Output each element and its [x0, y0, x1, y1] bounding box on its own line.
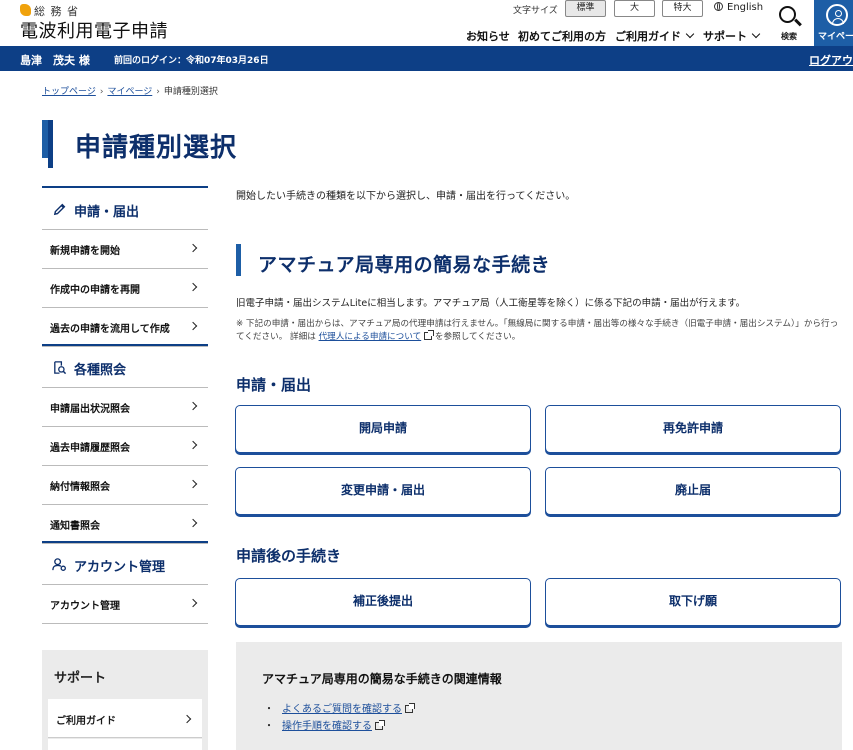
title-accent-dark — [48, 120, 53, 168]
sidebar-item-notice-inquiry[interactable]: 通知書照会 — [42, 505, 208, 544]
document-search-icon — [54, 361, 67, 375]
mypage-button[interactable]: マイページ — [814, 0, 853, 46]
nav-guide-label: ご利用ガイド — [615, 30, 681, 43]
support-item-guide[interactable]: ご利用ガイド — [48, 699, 202, 738]
breadcrumb-current: 申請種別選択 — [163, 87, 218, 97]
sidebar-item-history-inquiry[interactable]: 過去申請履歴照会 — [42, 427, 208, 466]
user-icon — [826, 4, 848, 26]
withdrawal-button[interactable]: 取下げ願 — [545, 578, 841, 626]
sidebar-item-resume-draft[interactable]: 作成中の申請を再開 — [42, 269, 208, 308]
related-info-title: アマチュア局専用の簡易な手続きの関連情報 — [262, 672, 502, 686]
support-panel: サポート ご利用ガイド — [42, 650, 208, 750]
sidebar-section-inquiry: 各種照会 — [42, 344, 208, 388]
open-station-button[interactable]: 開局申請 — [235, 405, 531, 453]
sidebar-item-account-management[interactable]: アカウント管理 — [42, 585, 208, 624]
user-bar: 島津 茂夫 様 前回のログイン：令和07年03月26日 ログアウ — [0, 46, 853, 71]
chevron-right-icon — [188, 598, 198, 608]
font-size-xlarge-button[interactable]: 特大 — [662, 0, 703, 17]
last-login: 前回のログイン：令和07年03月26日 — [114, 56, 269, 66]
external-link-icon — [424, 330, 435, 340]
external-link-icon — [375, 720, 385, 730]
chevron-right-icon — [188, 440, 198, 450]
section-description: 旧電子申請・届出システムLiteに相当します。アマチュア局（人工衛星等を除く）に… — [236, 298, 746, 309]
user-settings-icon — [52, 558, 66, 571]
support-item-next[interactable] — [48, 739, 202, 750]
english-link[interactable]: English — [714, 2, 763, 13]
sidebar-section-title: 申請・届出 — [74, 205, 140, 220]
support-item-label: ご利用ガイド — [56, 716, 116, 727]
english-label: English — [727, 2, 764, 13]
chevron-right-icon — [182, 714, 192, 724]
nav-support[interactable]: サポート — [703, 28, 761, 44]
intro-text: 開始したい手続きの種類を以下から選択し、申請・届出を行ってください。 — [236, 191, 576, 202]
section-note: ※ 下記の申請・届出からは、アマチュア局の代理申請は行えません。「無線局に関する… — [236, 318, 844, 344]
sidebar-item-label: 作成中の申請を再開 — [50, 285, 140, 296]
change-application-button[interactable]: 変更申請・届出 — [235, 467, 531, 515]
search-label: 検索 — [781, 32, 797, 41]
sidebar-item-payment-inquiry[interactable]: 納付情報照会 — [42, 466, 208, 505]
sidebar-item-reuse-past[interactable]: 過去の申請を流用して作成 — [42, 308, 208, 347]
sidebar-section-title: 各種照会 — [74, 363, 127, 378]
related-link-item: ・操作手順を確認する — [264, 717, 385, 732]
chevron-down-icon — [685, 29, 695, 39]
pencil-icon — [53, 203, 66, 216]
chevron-right-icon — [188, 282, 198, 292]
page-title: 申請種別選択 — [75, 133, 238, 163]
sidebar-item-new-application[interactable]: 新規申請を開始 — [42, 230, 208, 269]
group-title-application: 申請・届出 — [236, 376, 312, 394]
search-button[interactable]: 検索 — [770, 2, 808, 42]
abolition-button[interactable]: 廃止届 — [545, 467, 841, 515]
sidebar-item-label: 納付情報照会 — [50, 482, 110, 493]
sidebar-item-label: 新規申請を開始 — [50, 246, 120, 257]
sidebar-item-label: 過去申請履歴照会 — [50, 443, 130, 454]
external-link-icon — [405, 703, 415, 713]
chevron-right-icon — [188, 479, 198, 489]
sidebar-item-label: 過去の申請を流用して作成 — [50, 324, 170, 335]
sidebar-section-apply: 申請・届出 — [42, 186, 208, 230]
faq-link[interactable]: よくあるご質問を確認する — [282, 704, 402, 715]
sidebar-item-label: 通知書照会 — [50, 521, 100, 532]
ministry-logo-icon — [20, 4, 31, 16]
section-title: アマチュア局専用の簡易な手続き — [258, 254, 551, 276]
sidebar-item-label: アカウント管理 — [50, 601, 120, 612]
site-header: 総 務 省 電波利用電子申請 文字サイズ 標準 大 特大 English お知ら… — [0, 0, 853, 46]
submit-correction-button[interactable]: 補正後提出 — [235, 578, 531, 626]
chevron-right-icon — [188, 243, 198, 253]
user-name: 島津 茂夫 様 — [20, 54, 90, 67]
chevron-right-icon — [188, 321, 198, 331]
manual-link[interactable]: 操作手順を確認する — [282, 721, 372, 732]
related-link-item: ・よくあるご質問を確認する — [264, 700, 415, 715]
relicense-button[interactable]: 再免許申請 — [545, 405, 841, 453]
mypage-label: マイページ — [818, 32, 853, 42]
breadcrumb: トップページ › マイページ › 申請種別選択 — [42, 87, 218, 97]
chevron-down-icon — [751, 29, 761, 39]
group-title-after: 申請後の手続き — [236, 547, 342, 565]
font-size-standard-button[interactable]: 標準 — [565, 0, 606, 17]
globe-icon — [714, 2, 723, 11]
breadcrumb-top[interactable]: トップページ — [42, 87, 96, 97]
nav-news[interactable]: お知らせ — [466, 28, 510, 44]
section-accent — [236, 244, 241, 276]
proxy-application-link[interactable]: 代理人による申請について — [319, 332, 422, 342]
logout-link[interactable]: ログアウ — [809, 52, 853, 68]
chevron-right-icon — [188, 401, 198, 411]
nav-first-time[interactable]: 初めてご利用の方 — [518, 28, 606, 44]
support-title: サポート — [54, 671, 107, 686]
sidebar-item-status-inquiry[interactable]: 申請届出状況照会 — [42, 388, 208, 427]
site-title[interactable]: 電波利用電子申請 — [20, 17, 168, 43]
nav-guide[interactable]: ご利用ガイド — [615, 28, 695, 44]
sidebar-item-label: 申請届出状況照会 — [50, 404, 130, 415]
note-suffix: を参照してください。 — [434, 332, 521, 342]
font-size-large-button[interactable]: 大 — [614, 0, 655, 17]
sidebar-section-account: アカウント管理 — [42, 541, 208, 585]
nav-support-label: サポート — [703, 30, 747, 43]
breadcrumb-mypage[interactable]: マイページ — [107, 87, 152, 97]
chevron-right-icon — [188, 518, 198, 528]
font-size-label: 文字サイズ — [513, 6, 558, 16]
related-info-panel: アマチュア局専用の簡易な手続きの関連情報 ・よくあるご質問を確認する ・操作手順… — [236, 642, 842, 750]
sidebar-section-title: アカウント管理 — [74, 560, 166, 575]
